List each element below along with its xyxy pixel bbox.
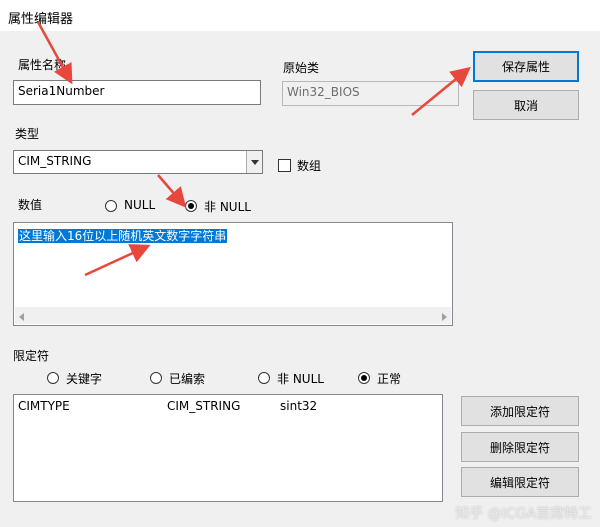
radio-qualifier-not-null[interactable] bbox=[258, 372, 270, 384]
radio-qualifier-not-null-label: 非 NULL bbox=[277, 372, 324, 386]
horizontal-scrollbar[interactable] bbox=[15, 307, 451, 324]
qualifier-name: CIMTYPE bbox=[18, 399, 70, 413]
watermark: 知乎 @ICGA首席特工 bbox=[455, 506, 592, 522]
radio-keyword-label: 关键字 bbox=[66, 372, 103, 386]
delete-qualifier-label: 删除限定符 bbox=[489, 440, 550, 455]
edit-qualifier-label: 编辑限定符 bbox=[489, 475, 550, 490]
dropdown-arrow-icon[interactable] bbox=[246, 151, 262, 173]
cancel-button[interactable]: 取消 bbox=[473, 90, 579, 120]
origin-class-label: 原始类 bbox=[283, 61, 320, 75]
scroll-right-icon[interactable] bbox=[442, 313, 447, 321]
radio-selected-dot bbox=[361, 375, 367, 381]
qualifier-list[interactable]: CIMTYPE CIM_STRING sint32 bbox=[13, 394, 443, 502]
save-property-button[interactable]: 保存属性 bbox=[473, 51, 579, 82]
delete-qualifier-button[interactable]: 删除限定符 bbox=[461, 432, 579, 462]
type-select[interactable]: CIM_STRING bbox=[13, 150, 263, 174]
property-name-input[interactable]: Seria1Number bbox=[13, 80, 261, 105]
value-text: 这里输入16位以上随机英文数字字符串 bbox=[18, 229, 228, 243]
edit-qualifier-button[interactable]: 编辑限定符 bbox=[461, 467, 579, 497]
title-bar bbox=[0, 0, 600, 31]
radio-indexed-label: 已编索 bbox=[169, 372, 206, 386]
array-checkbox[interactable] bbox=[278, 159, 291, 172]
cancel-label: 取消 bbox=[513, 98, 538, 113]
window-title: 属性编辑器 bbox=[8, 12, 74, 27]
radio-null[interactable] bbox=[105, 200, 117, 212]
radio-normal-label: 正常 bbox=[377, 372, 402, 386]
radio-indexed[interactable] bbox=[150, 372, 162, 384]
radio-null-label: NULL bbox=[124, 198, 156, 212]
qualifiers-label: 限定符 bbox=[13, 349, 50, 363]
value-textarea[interactable]: 这里输入16位以上随机英文数字字符串 bbox=[13, 222, 453, 326]
table-row[interactable]: CIMTYPE CIM_STRING sint32 bbox=[14, 399, 442, 415]
radio-not-null[interactable] bbox=[185, 200, 197, 212]
type-select-value: CIM_STRING bbox=[18, 154, 92, 168]
scroll-left-icon[interactable] bbox=[19, 313, 24, 321]
radio-selected-dot bbox=[188, 203, 194, 209]
add-qualifier-label: 添加限定符 bbox=[489, 404, 550, 419]
qualifier-value: sint32 bbox=[280, 399, 318, 413]
radio-not-null-label: 非 NULL bbox=[204, 200, 251, 214]
radio-normal[interactable] bbox=[358, 372, 370, 384]
add-qualifier-button[interactable]: 添加限定符 bbox=[461, 396, 579, 426]
type-label: 类型 bbox=[15, 127, 40, 141]
save-property-label: 保存属性 bbox=[501, 60, 550, 74]
radio-keyword[interactable] bbox=[47, 372, 59, 384]
value-label: 数值 bbox=[18, 198, 43, 212]
qualifier-type: CIM_STRING bbox=[167, 399, 241, 413]
property-name-label: 属性名称 bbox=[18, 58, 67, 72]
arrow-to-radio-icon bbox=[157, 174, 187, 208]
origin-class-field: Win32_BIOS bbox=[282, 81, 459, 106]
array-checkbox-label: 数组 bbox=[297, 159, 322, 173]
